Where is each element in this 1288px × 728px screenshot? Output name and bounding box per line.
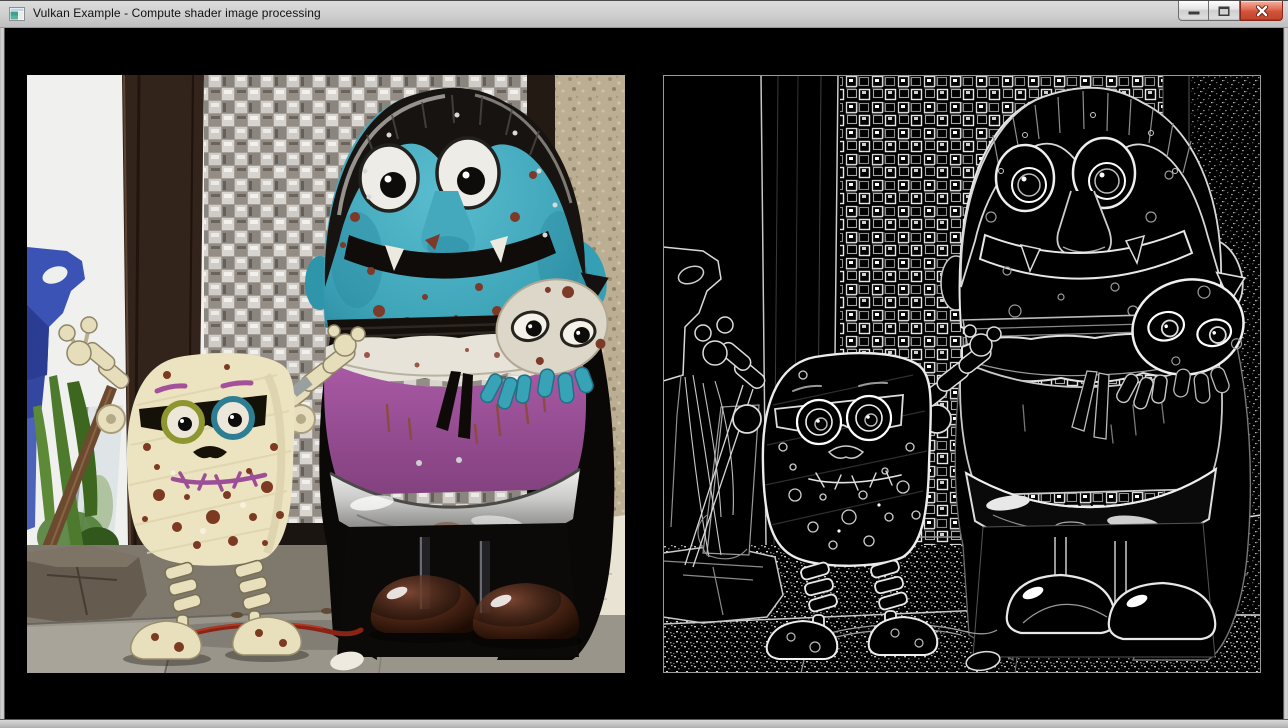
close-button[interactable] [1240,1,1283,21]
app-window: Vulkan Example - Compute shader image pr… [0,0,1288,728]
window-border-right [1283,28,1288,728]
window-border-bottom [0,719,1288,728]
window-controls [1178,1,1283,21]
close-icon [1255,5,1268,16]
maximize-button[interactable] [1209,1,1240,21]
render-area [5,28,1283,719]
app-icon [9,6,25,22]
minimize-icon [1187,6,1200,15]
minimize-button[interactable] [1178,1,1209,21]
titlebar[interactable]: Vulkan Example - Compute shader image pr… [0,0,1288,28]
original-image-panel [27,75,625,673]
processed-image [663,75,1261,673]
original-image [27,75,625,673]
window-title: Vulkan Example - Compute shader image pr… [33,6,321,20]
processed-image-panel [663,75,1261,673]
maximize-icon [1218,5,1231,16]
